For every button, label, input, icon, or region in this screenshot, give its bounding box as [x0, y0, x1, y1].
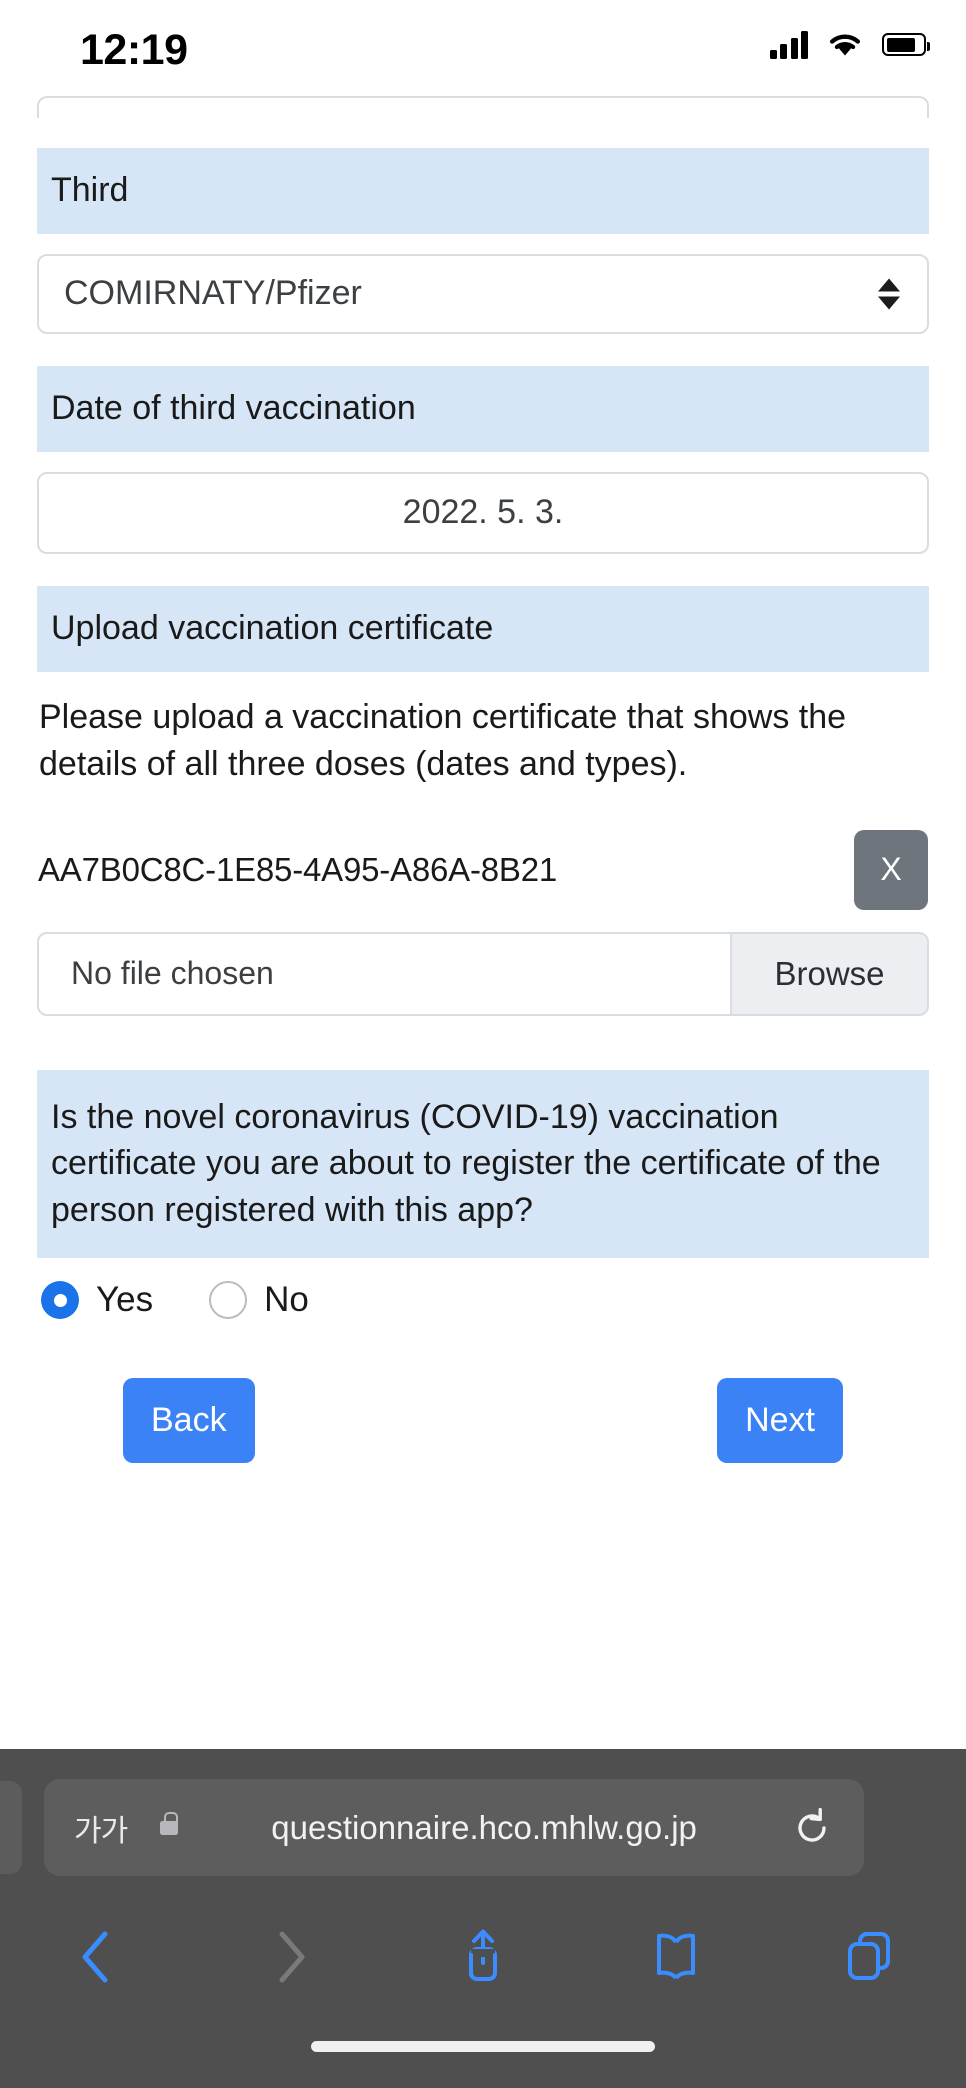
third-date-label: Date of third vaccination [37, 365, 929, 452]
vaccine-type-select[interactable]: COMIRNATY/Pfizer [37, 253, 929, 334]
back-navigation-button[interactable] [0, 1928, 193, 1986]
previous-field-partial [37, 96, 929, 118]
text-size-button[interactable]: 가가 [74, 1806, 128, 1850]
forward-icon [279, 1931, 305, 1983]
share-icon [469, 1929, 497, 1981]
status-time: 12:19 [80, 26, 188, 74]
vaccine-type-value: COMIRNATY/Pfizer [64, 274, 362, 313]
bookmarks-icon [657, 1933, 696, 1980]
lock-icon [160, 1811, 179, 1835]
browser-toolbar [0, 1897, 966, 2017]
radio-button-unselected-icon[interactable] [209, 1281, 248, 1320]
web-page-content: Third COMIRNATY/Pfizer Date of third vac… [0, 96, 966, 1749]
home-indicator [311, 2041, 655, 2052]
wifi-icon [830, 34, 860, 56]
url-bar[interactable]: 가가 questionnaire.hco.mhlw.go.jp [44, 1779, 864, 1876]
tabs-icon [848, 1932, 891, 1980]
third-dose-label: Third [37, 148, 929, 234]
reload-icon[interactable] [790, 1806, 834, 1850]
uploaded-file-id: AA7B0C8C-1E85-4A95-A86A-8B21 [38, 850, 558, 888]
radio-label-yes: Yes [96, 1280, 154, 1320]
share-button[interactable] [386, 1925, 579, 1989]
status-indicators [769, 30, 930, 59]
back-button[interactable]: Back [123, 1378, 255, 1464]
cellular-signal-icon [769, 30, 808, 59]
safari-browser-chrome: 가가 questionnaire.hco.mhlw.go.jp [0, 1749, 966, 2088]
status-bar: 12:19 [0, 0, 966, 96]
url-text: questionnaire.hco.mhlw.go.jp [271, 1808, 697, 1846]
tabs-button[interactable] [773, 1929, 966, 1985]
file-input-row[interactable]: No file chosen Browse [37, 931, 929, 1016]
confirmation-question: Is the novel coronavirus (COVID-19) vacc… [37, 1069, 929, 1259]
third-date-input[interactable]: 2022. 5. 3. [37, 471, 929, 554]
next-button[interactable]: Next [717, 1378, 843, 1464]
updown-chevron-icon [878, 278, 900, 310]
previous-tab-edge[interactable] [0, 1781, 22, 1874]
remove-file-button[interactable]: X [854, 829, 928, 910]
back-icon [82, 1931, 108, 1983]
file-chosen-label: No file chosen [71, 955, 274, 992]
radio-label-no: No [264, 1280, 309, 1320]
radio-option-yes[interactable]: Yes [41, 1280, 153, 1320]
confirmation-radio-group: Yes No [37, 1280, 929, 1320]
uploaded-file-row: AA7B0C8C-1E85-4A95-A86A-8B21 X [37, 829, 929, 910]
radio-button-selected-icon[interactable] [41, 1281, 79, 1320]
battery-icon [882, 33, 930, 56]
browse-button[interactable]: Browse [730, 933, 927, 1014]
phone-screen: 12:19 Third COMIRNATY/Pfizer Date of thi… [0, 0, 966, 2088]
url-bar-row: 가가 questionnaire.hco.mhlw.go.jp [0, 1776, 966, 1879]
upload-instructions: Please upload a vaccination certificate … [39, 697, 847, 783]
form-navigation: Back Next [37, 1378, 929, 1464]
upload-certificate-label: Upload vaccination certificate [37, 585, 929, 672]
forward-navigation-button[interactable] [193, 1928, 386, 1986]
radio-option-no[interactable]: No [209, 1280, 309, 1320]
bookmarks-button[interactable] [580, 1929, 773, 1985]
